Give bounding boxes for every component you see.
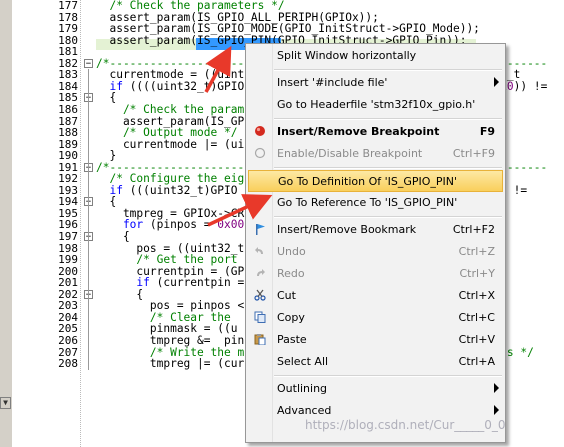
watermark: https://blog.csdn.net/Cur_____0_0 xyxy=(305,418,506,432)
annotation-arrows xyxy=(204,45,273,227)
arrow-to-go-to-definition xyxy=(207,194,273,227)
arrow-to-selection xyxy=(204,45,232,93)
